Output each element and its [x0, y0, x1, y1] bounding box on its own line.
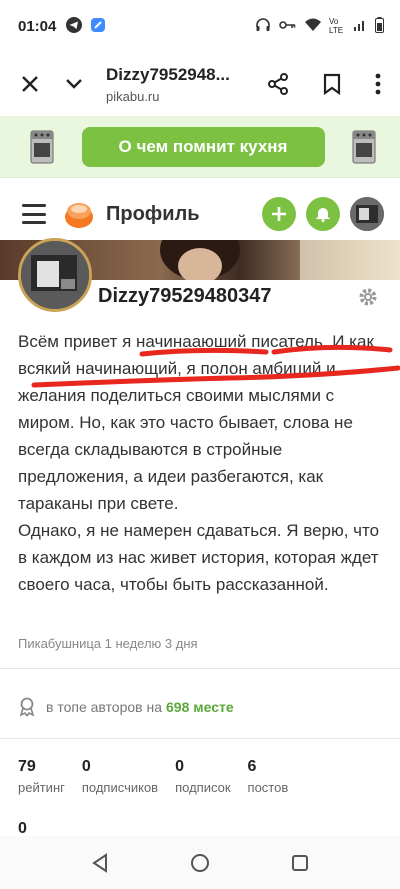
share-icon: [268, 73, 288, 95]
bell-icon: [316, 208, 330, 222]
stove-icon: [30, 130, 54, 163]
notifications-button[interactable]: [306, 197, 340, 231]
stat-label: постов: [247, 780, 289, 795]
key-icon: [279, 19, 297, 34]
app-notification-icon: [90, 17, 106, 36]
plus-icon: [272, 207, 286, 221]
bio-paragraph: Всём привет я начинааюший писатель. И ка…: [18, 332, 374, 513]
divider: [0, 668, 400, 669]
stat-value: 0: [175, 758, 184, 775]
stat-posts[interactable]: 6 постов: [248, 758, 289, 795]
stat-subscriptions[interactable]: 0 подписок: [175, 758, 230, 795]
stat-subscribers[interactable]: 0 подписчиков: [82, 758, 158, 795]
add-post-button[interactable]: [262, 197, 296, 231]
profile-bio: Всём привет я начинааюший писатель. И ка…: [18, 328, 388, 598]
more-vert-icon: [375, 73, 381, 95]
app-header: Профиль: [0, 184, 400, 244]
browser-toolbar: Dizzy7952948... pikabu.ru: [0, 52, 400, 116]
stat-rating[interactable]: 79 рейтинг: [18, 758, 65, 795]
promo-banner: О чем помнит кухня: [0, 116, 400, 178]
volte-label: Vo LTE: [329, 17, 344, 35]
expand-button[interactable]: [56, 66, 92, 102]
bookmark-icon: [323, 73, 341, 95]
close-icon: [22, 76, 38, 92]
share-button[interactable]: [260, 66, 296, 102]
top-authors-rank[interactable]: 698 месте: [166, 699, 234, 715]
gear-icon[interactable]: [358, 287, 378, 307]
stat-value: 6: [247, 758, 257, 775]
battery-icon: [375, 16, 384, 36]
signal-icon: [353, 18, 367, 35]
stat-label: подписчиков: [81, 780, 159, 795]
system-nav-bar: [0, 836, 400, 889]
page-tab-title: Dizzy7952948...: [106, 64, 230, 84]
page-domain: pikabu.ru: [106, 88, 160, 104]
back-icon[interactable]: [91, 852, 109, 873]
top-authors-row: в топе авторов на 698 месте: [18, 697, 234, 717]
bio-paragraph: Однако, я не намерен сдаваться. Я верю, …: [18, 521, 380, 594]
stat-label: рейтинг: [18, 780, 65, 795]
menu-icon[interactable]: [22, 204, 46, 224]
joined-text: Пикабушница 1 неделю 3 дня: [18, 636, 198, 651]
promo-button[interactable]: О чем помнит кухня: [81, 126, 325, 167]
profile-avatar[interactable]: [18, 238, 92, 312]
stat-value: 79: [18, 758, 36, 775]
url-box[interactable]: Dizzy7952948... pikabu.ru: [106, 65, 260, 104]
home-icon[interactable]: [190, 853, 210, 873]
more-menu-button[interactable]: [368, 66, 388, 102]
status-time: 01:04: [18, 17, 57, 35]
divider: [0, 738, 400, 739]
page-title: Профиль: [106, 202, 200, 225]
close-tab-button[interactable]: [12, 66, 48, 102]
stat-value: 0: [81, 758, 91, 775]
top-authors-label: в топе авторов на: [46, 699, 162, 715]
recent-apps-icon[interactable]: [291, 854, 309, 872]
headphones-icon: [255, 17, 271, 36]
stove-icon: [352, 130, 376, 163]
telegram-icon: [66, 16, 83, 36]
user-avatar[interactable]: [350, 197, 384, 231]
stats-row: 79 рейтинг 0 подписчиков 0 подписок 6 по…: [18, 758, 305, 795]
pikabu-logo[interactable]: [62, 197, 96, 231]
status-icons: Vo LTE: [255, 16, 384, 36]
wifi-icon: [305, 18, 321, 35]
status-bar: 01:04 Vo LTE: [0, 0, 400, 52]
bookmark-button[interactable]: [314, 66, 350, 102]
profile-username: Dizzy79529480347: [98, 285, 272, 307]
chevron-down-icon: [66, 79, 82, 89]
award-icon: [19, 697, 35, 717]
stat-label: подписок: [175, 780, 231, 795]
